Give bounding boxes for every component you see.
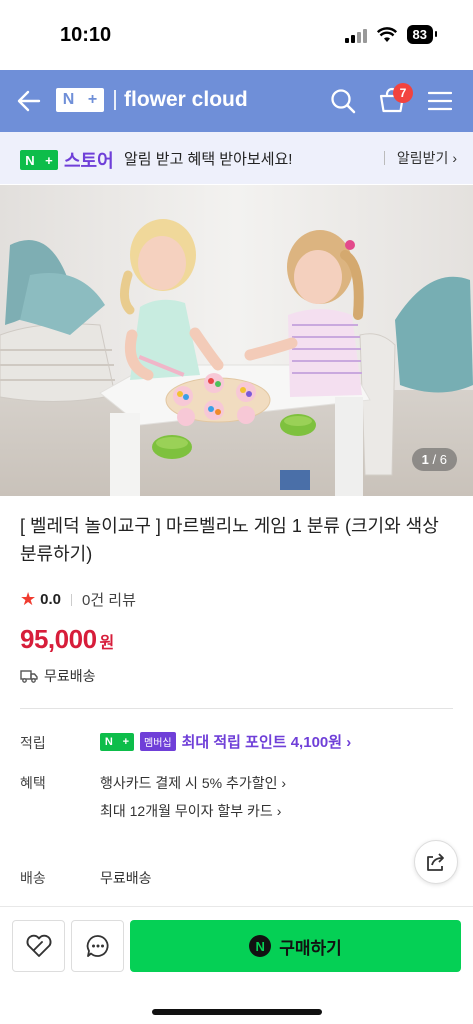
- promo-logo-plus: +: [45, 152, 53, 168]
- image-separator: /: [432, 452, 437, 467]
- search-icon[interactable]: [330, 88, 356, 114]
- section-divider: [20, 708, 453, 709]
- truck-icon: [20, 670, 38, 683]
- buy-label: 구매하기: [279, 938, 342, 958]
- status-time: 10:10: [60, 24, 112, 46]
- rating-score: 0.0: [40, 591, 61, 608]
- points-label: 적립: [20, 735, 46, 751]
- notification-promo-bar[interactable]: N + 스토어 알림 받고 혜택 받아보세요! 알림받기 ›: [0, 132, 473, 184]
- product-price: 95,000: [20, 624, 97, 654]
- home-indicator[interactable]: [152, 1009, 322, 1015]
- price-unit: 원: [99, 635, 115, 652]
- naver-plus-badge: N +: [20, 150, 58, 170]
- shipping-text: 무료배송: [44, 668, 96, 684]
- product-image[interactable]: [0, 185, 473, 496]
- buy-button[interactable]: N 구매하기: [130, 920, 461, 972]
- membership-badge: 멤버십: [140, 732, 176, 751]
- product-title: [ 벨레덕 놀이교구 ] 마르벨리노 게임 1 분류 (크기와 색상 분류하기): [20, 516, 439, 564]
- subscribe-alerts-link[interactable]: 알림받기 ›: [384, 148, 457, 168]
- heart-icon: [26, 934, 51, 957]
- max-points-link[interactable]: 최대 적립 포인트 4,100원 ›: [182, 731, 352, 752]
- naver-pay-icon: N: [249, 935, 272, 957]
- naver-store-logo: N + 스토어: [20, 147, 114, 173]
- back-arrow-icon[interactable]: [16, 88, 42, 114]
- product-photo: [0, 185, 473, 496]
- wishlist-button[interactable]: [12, 920, 65, 972]
- bottom-action-bar: N 구매하기: [0, 906, 473, 1024]
- menu-icon[interactable]: [428, 90, 452, 112]
- benefit-label: 혜택: [20, 775, 46, 791]
- shipping-row: 무료배송: [20, 666, 96, 686]
- review-count[interactable]: 0건 리뷰: [82, 589, 136, 610]
- delivery-value: 무료배송: [100, 870, 152, 886]
- wifi-icon: [376, 26, 397, 42]
- signal-icon: [344, 27, 367, 43]
- membership-n: N: [104, 735, 113, 748]
- membership-plus: +: [122, 735, 130, 748]
- installment-link[interactable]: 최대 12개월 무이자 할부 카드 ›: [100, 801, 281, 821]
- promo-message: 알림 받고 혜택 받아보세요!: [124, 151, 293, 168]
- naver-plus-logo: N +: [56, 88, 104, 112]
- rating-row[interactable]: ★ 0.0 0건 리뷰: [20, 589, 136, 610]
- store-name: flower cloud: [124, 88, 248, 111]
- card-discount-link[interactable]: 행사카드 결제 시 5% 추가할인 ›: [100, 773, 286, 793]
- store-logo[interactable]: N + flower cloud: [56, 88, 248, 112]
- image-current: 1: [421, 452, 429, 467]
- cart-count-badge: 7: [393, 83, 413, 103]
- image-total: 6: [439, 452, 447, 467]
- status-bar: 10:10 83: [0, 0, 473, 70]
- battery-indicator: 83: [406, 25, 438, 44]
- naver-plus-badge-small: N +: [100, 732, 134, 751]
- logo-divider: [114, 90, 116, 110]
- talk-button[interactable]: [71, 920, 124, 972]
- chat-icon: [86, 935, 108, 957]
- delivery-label: 배송: [20, 870, 46, 886]
- share-button[interactable]: [414, 840, 458, 884]
- promo-logo-n: N: [25, 152, 35, 168]
- logo-plus: +: [87, 91, 98, 108]
- price-row: 95,000 원: [20, 624, 114, 655]
- membership-points[interactable]: N + 멤버십 최대 적립 포인트 4,100원 ›: [100, 731, 351, 752]
- logo-n: N: [62, 91, 75, 108]
- rating-separator: [71, 593, 72, 606]
- star-icon: ★: [20, 589, 37, 609]
- promo-store-label: 스토어: [64, 151, 114, 171]
- share-icon: [427, 853, 444, 871]
- status-icons: 83: [344, 25, 438, 44]
- image-counter: 1 / 6: [411, 448, 457, 471]
